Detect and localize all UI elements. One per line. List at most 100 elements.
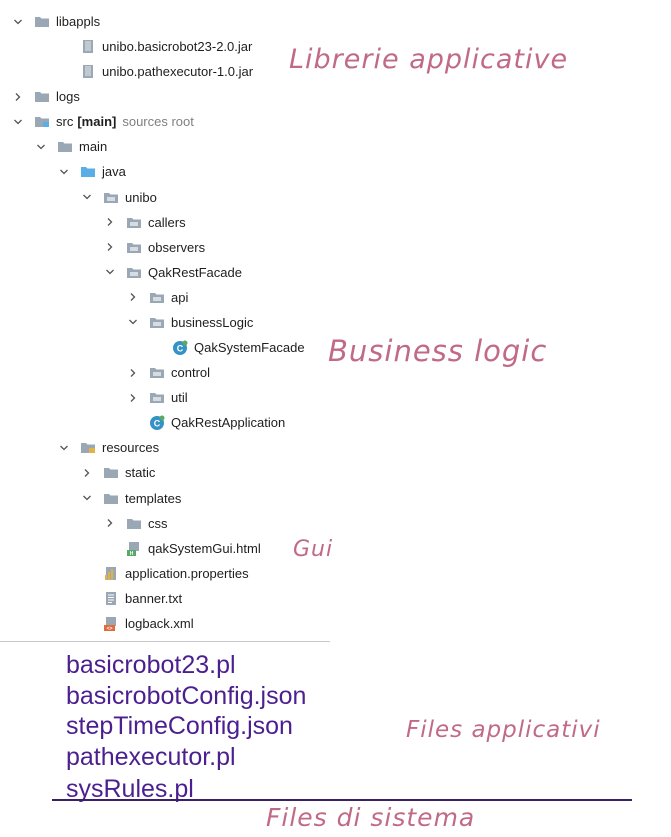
tree-node[interactable]: <> logback.xml xyxy=(81,611,194,636)
tree-node[interactable]: control xyxy=(127,360,210,385)
html-icon: H xyxy=(126,541,142,556)
tree-node-label: QakSystemFacade xyxy=(194,340,305,356)
tree-node[interactable]: observers xyxy=(104,235,205,260)
tree-node[interactable]: src [main] sources root xyxy=(12,109,194,134)
resources-folder-icon xyxy=(80,441,96,455)
applicative-file: pathexecutor.pl xyxy=(66,742,236,771)
tree-node-label: util xyxy=(171,390,188,406)
package-icon xyxy=(149,315,165,329)
chevron-down-icon[interactable] xyxy=(127,316,139,328)
chevron-down-icon[interactable] xyxy=(12,16,24,28)
package-icon xyxy=(126,240,142,254)
chevron-down-icon[interactable] xyxy=(58,442,70,454)
tree-node[interactable]: static xyxy=(81,460,155,485)
folder-icon xyxy=(57,140,73,154)
package-icon xyxy=(126,265,142,279)
folder-icon xyxy=(103,491,119,505)
chevron-right-icon[interactable] xyxy=(127,392,139,404)
tree-node-label: logback.xml xyxy=(125,615,194,631)
chevron-right-icon[interactable] xyxy=(12,91,24,103)
tree-node[interactable]: css xyxy=(104,511,168,536)
tree-node[interactable]: unibo xyxy=(81,185,157,210)
tree-node[interactable]: C QakSystemFacade xyxy=(150,335,305,360)
tree-node-label: control xyxy=(171,365,211,381)
chevron-right-icon[interactable] xyxy=(81,467,93,479)
tree-node[interactable]: main xyxy=(35,134,107,159)
chevron-right-icon[interactable] xyxy=(127,367,139,379)
tree-node[interactable]: application.properties xyxy=(81,561,249,586)
applicative-file: basicrobotConfig.json xyxy=(66,681,307,710)
tree-node[interactable]: resources xyxy=(58,435,159,460)
tree-node[interactable]: businessLogic xyxy=(127,310,253,335)
tree-node[interactable]: callers xyxy=(104,210,186,235)
tree-node-label: QakRestApplication xyxy=(171,415,286,431)
chevron-down-icon[interactable] xyxy=(81,492,93,504)
chevron-down-icon[interactable] xyxy=(12,116,24,128)
tree-node-label: unibo xyxy=(125,189,157,205)
tree-node-label: libappls xyxy=(56,14,101,29)
folder-icon xyxy=(126,516,142,530)
tree-node[interactable]: logs xyxy=(12,84,80,109)
tree-bottom-border xyxy=(0,641,330,642)
class-icon: C xyxy=(149,415,165,430)
chevron-down-icon[interactable] xyxy=(81,191,93,203)
package-icon xyxy=(126,215,142,229)
svg-text:H: H xyxy=(130,551,134,556)
tree-node-label: businessLogic xyxy=(171,314,254,330)
svg-text:C: C xyxy=(177,343,184,353)
annotation-business-logic: Business logic xyxy=(328,334,548,368)
chevron-down-icon[interactable] xyxy=(104,266,116,278)
chevron-right-icon[interactable] xyxy=(104,241,116,253)
tree-node[interactable]: unibo.pathexecutor-1.0.jar xyxy=(58,59,253,84)
tree-node[interactable]: api xyxy=(127,285,188,310)
tree-node[interactable]: C QakRestApplication xyxy=(127,410,285,435)
package-icon xyxy=(149,391,165,405)
tree-node-label: unibo.pathexecutor-1.0.jar xyxy=(102,64,254,80)
properties-icon xyxy=(103,566,119,580)
tree-node-label: resources xyxy=(102,440,160,456)
tree-node-label: api xyxy=(171,289,189,305)
tree-node[interactable]: java xyxy=(58,159,126,184)
tree-node[interactable]: banner.txt xyxy=(81,586,182,611)
tree-node-label: src xyxy=(56,114,74,130)
tree-node-label: QakRestFacade xyxy=(148,264,242,280)
tree-node-label: unibo.basicrobot23-2.0.jar xyxy=(102,39,253,55)
folder-icon xyxy=(34,90,50,104)
tree-node[interactable]: QakRestFacade xyxy=(104,260,242,285)
source-folder-icon xyxy=(80,165,96,179)
separator-line xyxy=(52,799,632,801)
tree-node-label: application.properties xyxy=(125,565,249,581)
tree-node[interactable]: HqakSystemGui.html xyxy=(104,536,261,561)
text-icon xyxy=(103,591,119,605)
sources-root-hint: sources root xyxy=(122,114,194,130)
applicative-file: stepTimeConfig.json xyxy=(66,712,293,740)
svg-text:<>: <> xyxy=(107,626,113,631)
tree-node[interactable]: templates xyxy=(81,486,181,511)
tree-node-label: logs xyxy=(56,89,80,105)
annotation-gui: Gui xyxy=(293,537,334,562)
src-folder-icon xyxy=(34,115,50,129)
tree-node[interactable]: unibo.basicrobot23-2.0.jar xyxy=(58,34,252,59)
tree-node-label: main xyxy=(79,139,108,155)
chevron-right-icon[interactable] xyxy=(104,216,116,228)
tree-node-label: observers xyxy=(148,239,206,255)
svg-text:C: C xyxy=(154,418,161,428)
package-icon xyxy=(103,190,119,204)
chevron-right-icon[interactable] xyxy=(104,517,116,529)
annotation-app-files: Files applicativi xyxy=(406,717,601,743)
tree-node-label: qakSystemGui.html xyxy=(148,540,261,556)
chevron-down-icon[interactable] xyxy=(58,166,70,178)
applicative-file: basicrobot23.pl xyxy=(66,651,236,679)
jar-icon xyxy=(80,65,96,79)
tree-node[interactable]: libappls xyxy=(12,9,100,34)
tree-node[interactable]: util xyxy=(127,385,188,410)
chevron-right-icon[interactable] xyxy=(127,291,139,303)
package-icon xyxy=(149,366,165,380)
annotation-sys-files: Files di sistema xyxy=(266,803,476,832)
tree-node-label: callers xyxy=(148,214,186,230)
source-set-label: [main] xyxy=(77,114,117,130)
chevron-down-icon[interactable] xyxy=(35,141,47,153)
tree-node-label: css xyxy=(148,515,168,531)
folder-icon xyxy=(103,466,119,480)
jar-icon xyxy=(80,40,96,54)
